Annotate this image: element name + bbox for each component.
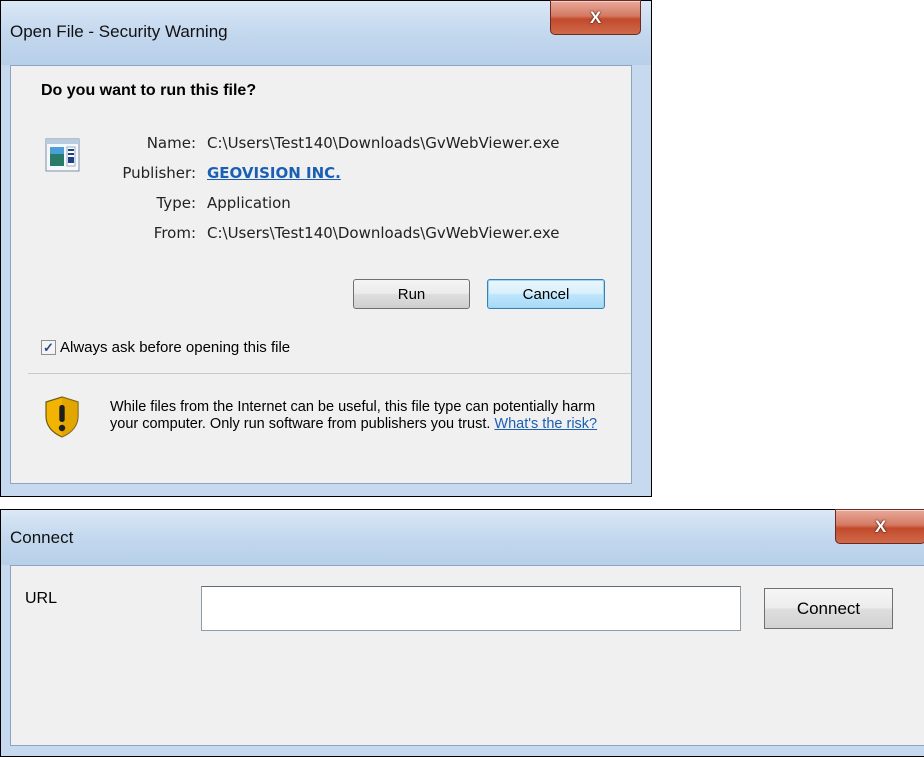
always-ask-checkbox-row[interactable]: ✓ Always ask before opening this file (41, 339, 290, 356)
always-ask-checkbox[interactable]: ✓ (41, 340, 56, 355)
close-button[interactable]: X (550, 0, 641, 35)
close-icon: X (874, 516, 887, 536)
from-label: From: (153, 224, 196, 242)
publisher-label: Publisher: (122, 164, 196, 182)
shield-warning-icon (45, 396, 79, 438)
connect-dialog: Connect X URL Connect (0, 509, 924, 757)
dialog-body: Do you want to run this file? Name: C:\U… (10, 65, 632, 484)
dialog-body: URL Connect (10, 565, 924, 746)
dialog-question: Do you want to run this file? (41, 82, 257, 99)
publisher-link[interactable]: GEOVISION INC. (207, 164, 341, 182)
window-title: Connect (10, 528, 74, 547)
from-value: C:\Users\Test140\Downloads\GvWebViewer.e… (207, 224, 560, 242)
window-title: Open File - Security Warning (10, 22, 228, 41)
warning-message: While files from the Internet can be use… (110, 399, 600, 433)
type-label: Type: (156, 194, 196, 212)
close-icon: X (589, 7, 602, 27)
always-ask-label[interactable]: Always ask before opening this file (60, 339, 290, 356)
type-value: Application (207, 194, 291, 212)
url-label: URL (25, 590, 58, 607)
divider (28, 373, 631, 374)
title-bar[interactable]: Connect (1, 510, 924, 565)
whats-the-risk-link[interactable]: What's the risk? (494, 416, 597, 432)
security-warning-dialog: Open File - Security Warning X Do you wa… (0, 0, 652, 497)
connect-button[interactable]: Connect (764, 588, 893, 629)
url-input[interactable] (201, 586, 741, 631)
name-label: Name: (146, 134, 196, 152)
close-button[interactable]: X (835, 509, 924, 544)
run-button[interactable]: Run (353, 279, 470, 309)
cancel-button[interactable]: Cancel (487, 279, 605, 309)
name-value: C:\Users\Test140\Downloads\GvWebViewer.e… (207, 134, 560, 152)
